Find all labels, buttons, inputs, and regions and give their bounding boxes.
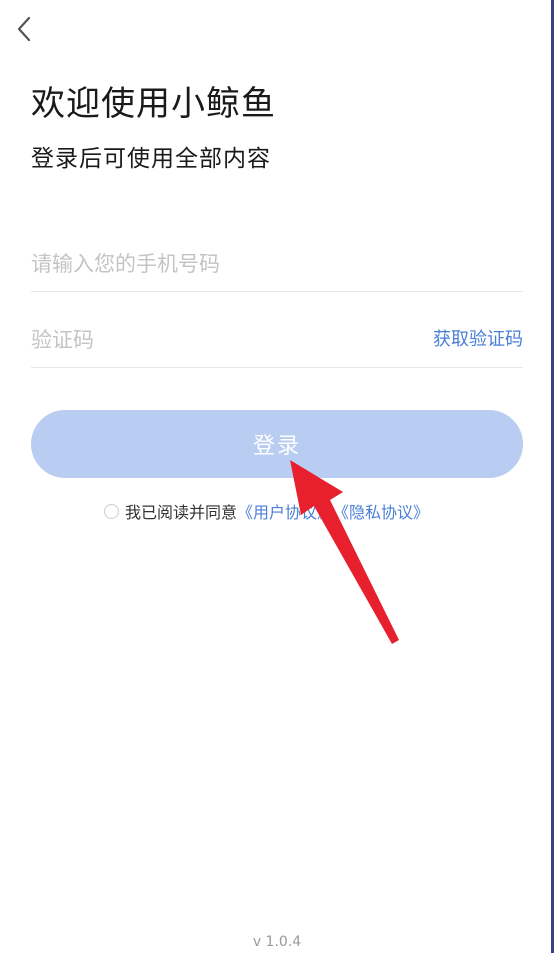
chevron-left-icon [17,16,31,42]
code-field: 获取验证码 [31,312,523,368]
get-code-button[interactable]: 获取验证码 [433,328,523,352]
version-label: v 1.0.4 [252,934,302,950]
agree-radio[interactable] [104,503,119,519]
back-button[interactable] [10,14,38,44]
agreement-row: 我已阅读并同意 《用户协议》 《隐私协议》 [104,499,429,523]
privacy-policy-link[interactable]: 《隐私协议》 [333,499,429,523]
phone-field [31,236,523,292]
agreement-prefix: 我已阅读并同意 [125,503,238,522]
phone-input[interactable] [31,248,391,280]
page-title: 欢迎使用小鲸鱼 [31,84,276,124]
user-agreement-link[interactable]: 《用户协议》 [237,499,333,523]
login-button[interactable]: 登录 [31,410,523,478]
page-subtitle: 登录后可使用全部内容 [31,146,271,172]
code-input[interactable] [31,324,391,356]
